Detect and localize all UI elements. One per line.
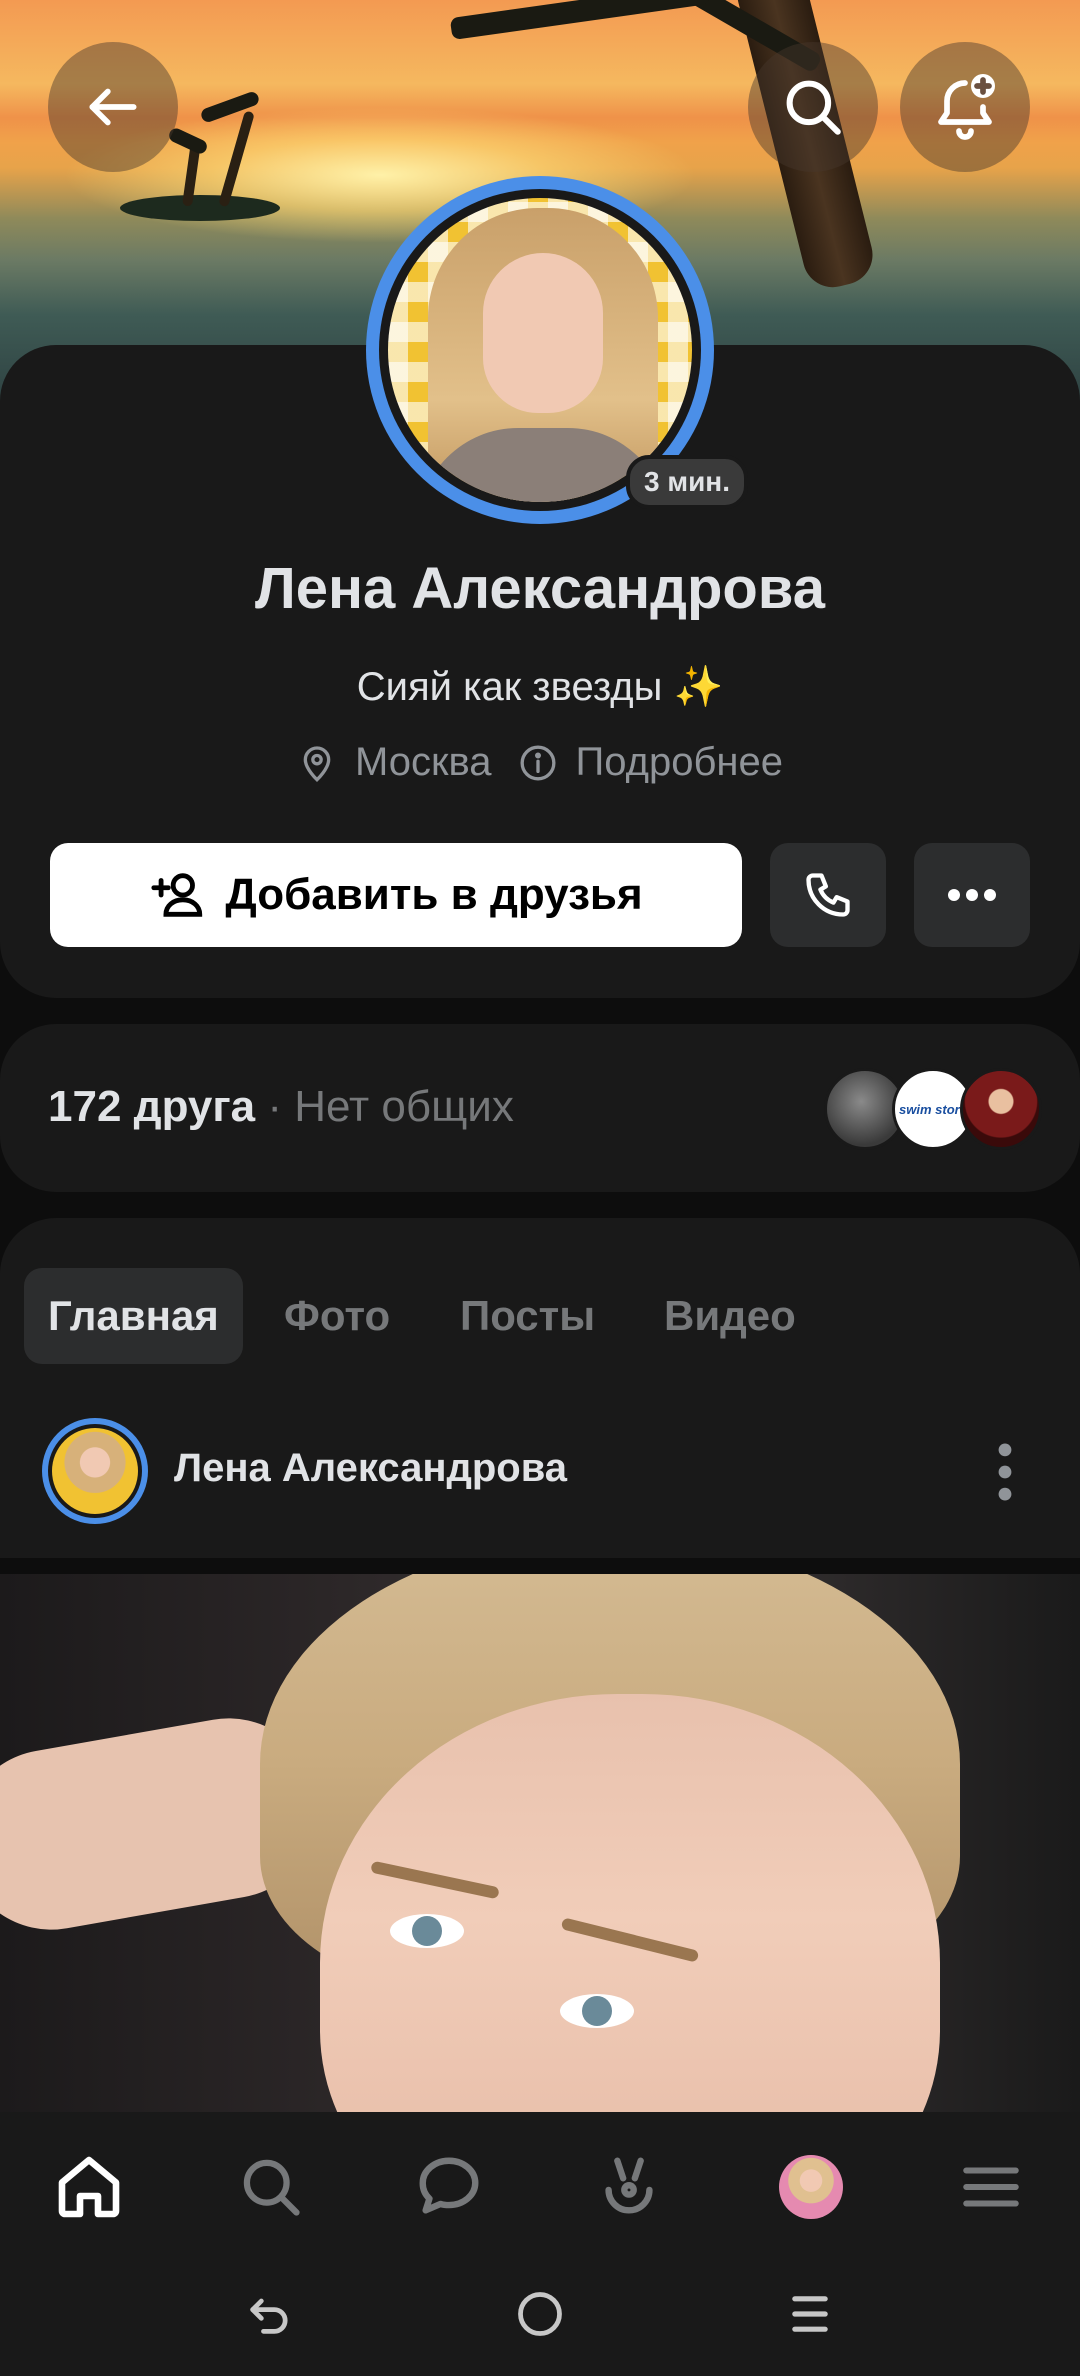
more-vertical-icon <box>998 1443 1012 1501</box>
tab-posts[interactable]: Посты <box>436 1268 619 1364</box>
nav-profile[interactable] <box>766 2142 856 2232</box>
arrow-left-icon <box>89 88 137 126</box>
profile-status: Сияй как звезды ✨ <box>356 665 724 709</box>
more-horizontal-icon <box>948 889 996 901</box>
search-icon <box>243 2159 300 2216</box>
search-icon <box>786 80 841 135</box>
profile-meta: Москва Подробнее <box>0 740 1080 785</box>
add-friend-label: Добавить в друзья <box>225 870 643 919</box>
nav-menu[interactable] <box>946 2142 1036 2232</box>
phone-icon <box>806 873 850 917</box>
friends-summary[interactable]: 172 друга · Нет общих <box>48 1082 514 1132</box>
friend-avatar-3 <box>960 1068 1042 1150</box>
nav-search[interactable] <box>226 2142 316 2232</box>
post-menu-button[interactable] <box>990 1440 1020 1504</box>
nav-messages[interactable] <box>404 2142 494 2232</box>
system-back-icon <box>250 2298 288 2334</box>
system-back-button[interactable] <box>230 2282 310 2346</box>
tab-video[interactable]: Видео <box>640 1268 820 1364</box>
details-link[interactable]: Подробнее <box>518 740 783 785</box>
more-button[interactable] <box>914 843 1030 947</box>
post-author-avatar[interactable] <box>42 1418 148 1524</box>
details-label: Подробнее <box>575 740 783 784</box>
search-button[interactable] <box>748 42 878 172</box>
profile-avatar <box>779 2155 843 2219</box>
friends-count: 172 друга <box>48 1082 256 1131</box>
menu-icon <box>963 2167 1019 2207</box>
location-label: Москва <box>354 740 492 784</box>
profile-name: Лена Александрова <box>255 556 825 621</box>
location-pin-icon <box>303 745 331 782</box>
subscribe-bell-button[interactable] <box>900 42 1030 172</box>
system-recents-button[interactable] <box>770 2282 850 2346</box>
system-recents-icon <box>792 2296 828 2332</box>
messages-icon <box>419 2157 479 2214</box>
post-photo[interactable] <box>0 1574 1080 2112</box>
location-item[interactable]: Москва <box>297 740 492 785</box>
user-plus-icon <box>151 873 203 917</box>
tab-main[interactable]: Главная <box>24 1268 243 1364</box>
back-button[interactable] <box>48 42 178 172</box>
call-button[interactable] <box>770 843 886 947</box>
nav-clips[interactable] <box>584 2142 674 2232</box>
common-friends: Нет общих <box>294 1082 514 1131</box>
bell-plus-icon <box>938 74 995 140</box>
system-home-button[interactable] <box>500 2282 580 2346</box>
post-author-name[interactable]: Лена Александрова <box>174 1446 567 1491</box>
system-home-icon <box>518 2292 562 2336</box>
tab-photo[interactable]: Фото <box>260 1268 414 1364</box>
bottom-navigation <box>0 2112 1080 2252</box>
add-friend-button[interactable]: Добавить в друзья <box>50 843 742 947</box>
info-icon <box>520 745 556 780</box>
clips-icon <box>605 2157 653 2214</box>
home-icon <box>58 2156 120 2218</box>
cover-island <box>120 195 280 221</box>
nav-home[interactable] <box>44 2142 134 2232</box>
last-seen-badge: 3 мин. <box>626 455 748 509</box>
